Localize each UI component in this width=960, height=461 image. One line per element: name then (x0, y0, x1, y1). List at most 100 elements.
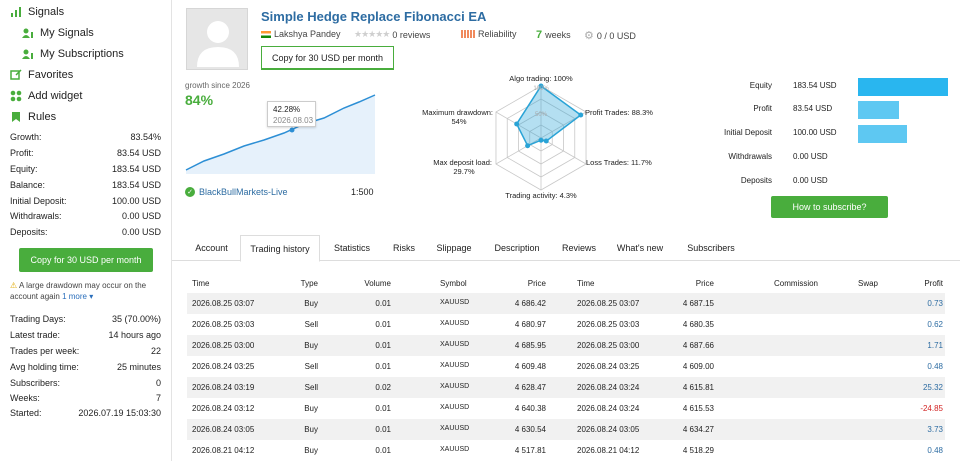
copy-tab-button[interactable]: Copy for 30 USD per month (261, 46, 394, 68)
table-cell: XAUUSD (440, 446, 470, 453)
radar-value-area (515, 84, 583, 147)
table-cell: 3.73 (927, 425, 943, 434)
table-cell: 2026.08.25 03:00 (192, 341, 255, 350)
how-to-subscribe-button[interactable]: How to subscribe? (771, 196, 888, 218)
table-cell: XAUUSD (440, 383, 470, 390)
table-row[interactable]: 2026.08.21 04:12 Buy 0.01 XAUUSD 4 517.81 202… (187, 440, 945, 461)
summary-label: Withdrawals (728, 152, 772, 161)
table-cell: 0.62 (927, 320, 943, 329)
reliability-icon (461, 30, 475, 38)
table-cell: Sell (304, 320, 318, 329)
sidebar-item-my-signals[interactable]: My Signals (22, 27, 94, 39)
table-header[interactable]: Profit (898, 279, 943, 288)
table-cell: 2026.08.25 03:07 (577, 299, 640, 308)
stat-subscribers: Subscribers: 0 (10, 378, 161, 388)
table-header[interactable]: Time (577, 279, 594, 288)
sidebar-item-add-widget[interactable]: Add widget (10, 90, 82, 102)
broker-link[interactable]: ✓ BlackBullMarkets-Live (185, 187, 288, 197)
avatar (186, 8, 248, 70)
table-cell: 4 630.54 (514, 425, 546, 434)
summary-label: Deposits (740, 176, 772, 185)
sidebar-item-signals[interactable]: Signals (10, 6, 64, 18)
table-row[interactable]: 2026.08.24 03:19 Sell 0.02 XAUUSD 4 628.47 20… (187, 377, 945, 398)
user-placeholder-icon (197, 21, 239, 67)
risk-radar-chart: 50% 100% Algo trading: 100% Profit Trades: … (422, 74, 653, 200)
table-cell: XAUUSD (440, 320, 470, 327)
table-cell: 2026.08.24 03:05 (577, 425, 640, 434)
gear-icon: ⚙ (584, 30, 594, 42)
table-header[interactable]: Price (500, 279, 546, 288)
table-cell: Buy (304, 425, 318, 434)
tab-subscribers[interactable]: Subscribers (680, 235, 742, 261)
summary-value: 0.00 USD (793, 176, 828, 185)
tab-bar: Account Trading history Statistics Risks… (172, 235, 960, 262)
table-header[interactable]: Type (282, 279, 318, 288)
tab-trading-history[interactable]: Trading history (240, 235, 320, 262)
table-cell: 0.01 (375, 446, 391, 455)
table-header[interactable]: Price (670, 279, 714, 288)
tab-risks[interactable]: Risks (384, 235, 424, 261)
table-cell: 4 609.00 (682, 362, 714, 371)
table-cell: XAUUSD (440, 299, 470, 306)
summary-label: Initial Deposit (723, 128, 772, 137)
table-header[interactable]: Commission (760, 279, 818, 288)
rating[interactable]: ★★★★★ 0 reviews (354, 29, 430, 40)
table-row[interactable]: 2026.08.25 03:07 Buy 0.01 XAUUSD 4 686.42 202… (187, 293, 945, 314)
table-header[interactable]: Swap (840, 279, 878, 288)
signal-title[interactable]: Simple Hedge Replace Fibonacci EA (261, 9, 486, 24)
stat-avg-holding-time: Avg holding time: 25 minutes (10, 362, 161, 372)
weeks-count: 7 weeks (536, 29, 571, 41)
table-cell: 2026.08.24 03:19 (192, 383, 255, 392)
tab-whats-new[interactable]: What's new (610, 235, 670, 261)
table-cell: 2026.08.24 03:24 (577, 404, 640, 413)
radar-ring-label: 50% (535, 112, 548, 118)
sidebar-item-rules[interactable]: Rules (10, 111, 56, 123)
summary-bar (858, 101, 899, 119)
table-header[interactable]: Time (192, 279, 209, 288)
tab-description[interactable]: Description (486, 235, 548, 261)
table-row[interactable]: 2026.08.25 03:03 Sell 0.01 XAUUSD 4 680.97 20… (187, 314, 945, 335)
summary-bar (858, 125, 908, 143)
tab-account[interactable]: Account (184, 235, 239, 261)
table-row[interactable]: 2026.08.25 03:00 Buy 0.01 XAUUSD 4 685.95 202… (187, 335, 945, 356)
table-cell: 2026.08.24 03:12 (192, 404, 255, 413)
author[interactable]: Lakshya Pandey (261, 29, 341, 39)
radar-point (538, 137, 544, 143)
favorites-icon (10, 69, 22, 81)
chevron-down-icon: ▾ (86, 292, 94, 301)
table-cell: 4 609.48 (514, 362, 546, 371)
tab-statistics[interactable]: Statistics (324, 235, 380, 261)
copy-signal-button[interactable]: Copy for 30 USD per month (19, 248, 153, 272)
stat-trading-days: Trading Days: 35 (70.00%) (10, 314, 161, 324)
radar-point (578, 112, 584, 118)
table-cell: 0.73 (927, 299, 943, 308)
radar-point (514, 121, 520, 127)
table-cell: Sell (304, 362, 318, 371)
sidebar-item-favorites[interactable]: Favorites (10, 69, 73, 81)
table-cell: 2026.08.24 03:25 (192, 362, 255, 371)
table-row[interactable]: 2026.08.24 03:25 Sell 0.01 XAUUSD 4 609.48 20… (187, 356, 945, 377)
radar-label-loss-trades: Loss Trades: 11.7% (586, 158, 652, 167)
table-row[interactable]: 2026.08.24 03:12 Buy 0.01 XAUUSD 4 640.38 202… (187, 398, 945, 419)
tab-reviews[interactable]: Reviews (556, 235, 602, 261)
table-cell: 2026.08.25 03:00 (577, 341, 640, 350)
table-header[interactable]: Symbol (440, 279, 467, 288)
rules-icon (10, 111, 22, 123)
stat-balance: Balance: 183.54 USD (10, 180, 161, 190)
warning-icon: ⚠ (10, 281, 18, 290)
table-cell: 4 634.27 (682, 425, 714, 434)
table-cell: 0.01 (375, 404, 391, 413)
table-cell: 0.48 (927, 362, 943, 371)
table-row[interactable]: 2026.08.24 03:05 Buy 0.01 XAUUSD 4 630.54 202… (187, 419, 945, 440)
growth-tooltip: 42.28% 2026.08.03 (267, 101, 316, 127)
table-cell: 4 680.35 (682, 320, 714, 329)
sidebar-item-my-subscriptions[interactable]: My Subscriptions (22, 48, 124, 60)
radar-label-max-deposit-load-value: 29.7% (453, 167, 475, 176)
tab-slippage[interactable]: Slippage (428, 235, 480, 261)
more-link[interactable]: 1 more (62, 292, 87, 301)
table-header[interactable]: Volume (336, 279, 391, 288)
table-cell: 4 615.81 (682, 383, 714, 392)
growth-label: growth since 2026 (185, 81, 250, 90)
sidebar-item-label: My Signals (40, 27, 94, 39)
table-cell: Buy (304, 446, 318, 455)
